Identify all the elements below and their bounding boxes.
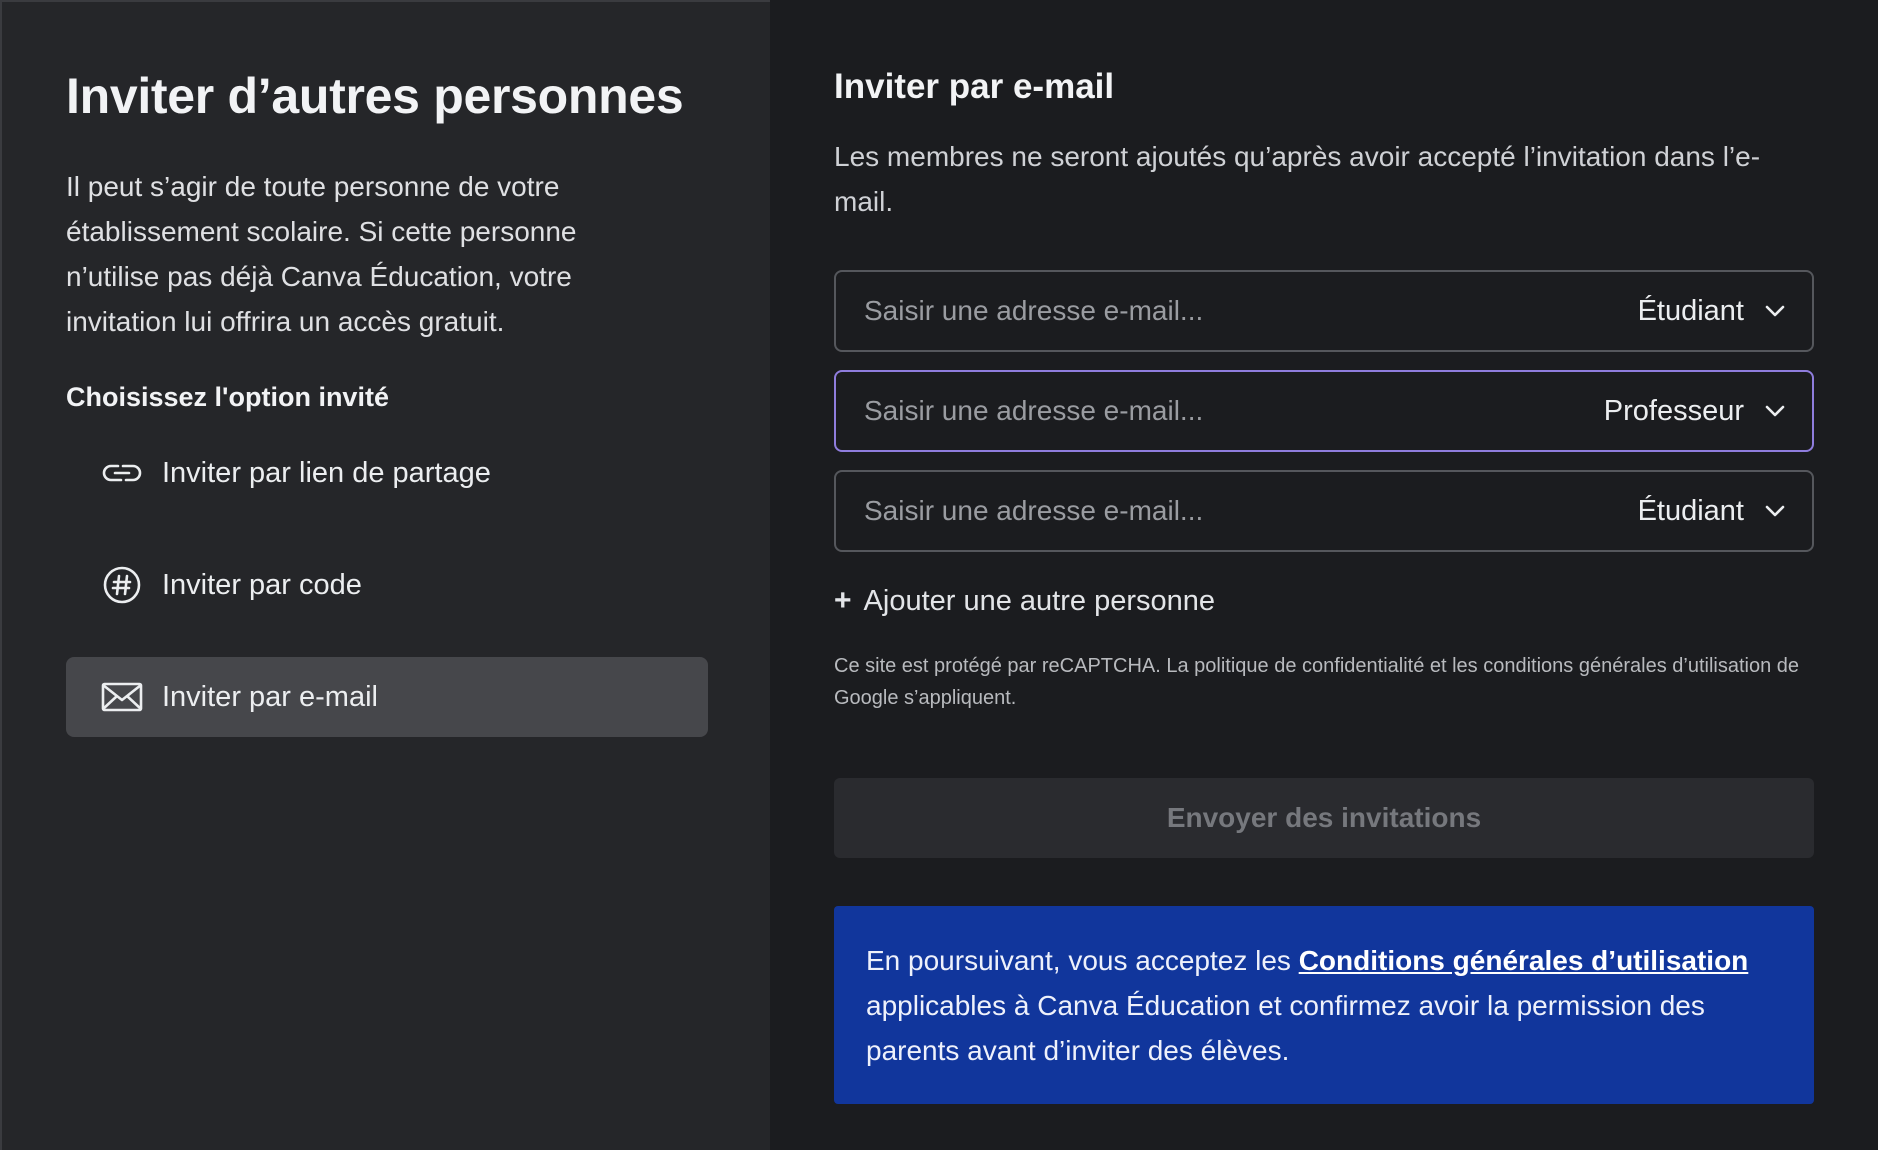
email-row: Professeur: [834, 370, 1814, 452]
panel-title: Inviter par e-mail: [834, 67, 1115, 106]
invite-dialog: Inviter d’autres personnes Il peut s’agi…: [0, 0, 1878, 1150]
add-person-button[interactable]: + Ajouter une autre personne: [834, 584, 1814, 618]
invite-options-panel: Inviter d’autres personnes Il peut s’agi…: [0, 0, 770, 1150]
option-label: Inviter par code: [162, 568, 362, 601]
email-input[interactable]: [862, 394, 1604, 428]
chevron-down-icon: [1764, 504, 1786, 518]
option-share-link[interactable]: Inviter par lien de partage: [66, 433, 708, 513]
role-dropdown[interactable]: Étudiant: [1638, 495, 1786, 528]
role-label: Étudiant: [1637, 294, 1744, 327]
link-icon: [100, 451, 144, 495]
option-label: Inviter par lien de partage: [162, 456, 491, 489]
role-label: Professeur: [1603, 394, 1744, 427]
mail-icon: [100, 675, 144, 719]
email-input[interactable]: [862, 494, 1638, 528]
option-code[interactable]: Inviter par code: [66, 545, 708, 625]
email-row: Étudiant: [834, 270, 1814, 352]
terms-text-after: applicables à Canva Éducation et confirm…: [866, 990, 1705, 1066]
plus-icon: +: [834, 584, 852, 617]
chevron-down-icon: [1764, 404, 1786, 418]
hash-icon: [100, 563, 144, 607]
option-label: Inviter par e-mail: [162, 680, 378, 713]
send-invitations-button[interactable]: Envoyer des invitations: [834, 778, 1814, 858]
email-row: Étudiant: [834, 470, 1814, 552]
terms-notice: En poursuivant, vous acceptez les Condit…: [834, 906, 1814, 1104]
recaptcha-notice: Ce site est protégé par reCAPTCHA. La po…: [834, 655, 1799, 709]
role-dropdown[interactable]: Professeur: [1604, 395, 1786, 428]
panel-description: Les membres ne seront ajoutés qu’après a…: [834, 141, 1761, 217]
invite-options-list: Inviter par lien de partage Inviter par …: [66, 433, 708, 737]
option-email[interactable]: Inviter par e-mail: [66, 657, 708, 737]
options-heading: Choisissez l'option invité: [66, 382, 389, 412]
chevron-down-icon: [1764, 304, 1786, 318]
terms-text-before: En poursuivant, vous acceptez les: [866, 945, 1299, 976]
role-dropdown[interactable]: Étudiant: [1638, 295, 1786, 328]
email-invite-panel: Inviter par e-mail Les membres ne seront…: [770, 0, 1878, 1150]
dialog-description: Il peut s’agir de toute personne de votr…: [66, 171, 577, 337]
email-input[interactable]: [862, 294, 1638, 328]
email-rows: Étudiant Professeur Étudia: [834, 270, 1814, 552]
role-label: Étudiant: [1637, 494, 1744, 527]
dialog-title: Inviter d’autres personnes: [66, 68, 684, 124]
add-person-label: Ajouter une autre personne: [863, 584, 1216, 617]
terms-link[interactable]: Conditions générales d’utilisation: [1299, 945, 1749, 976]
